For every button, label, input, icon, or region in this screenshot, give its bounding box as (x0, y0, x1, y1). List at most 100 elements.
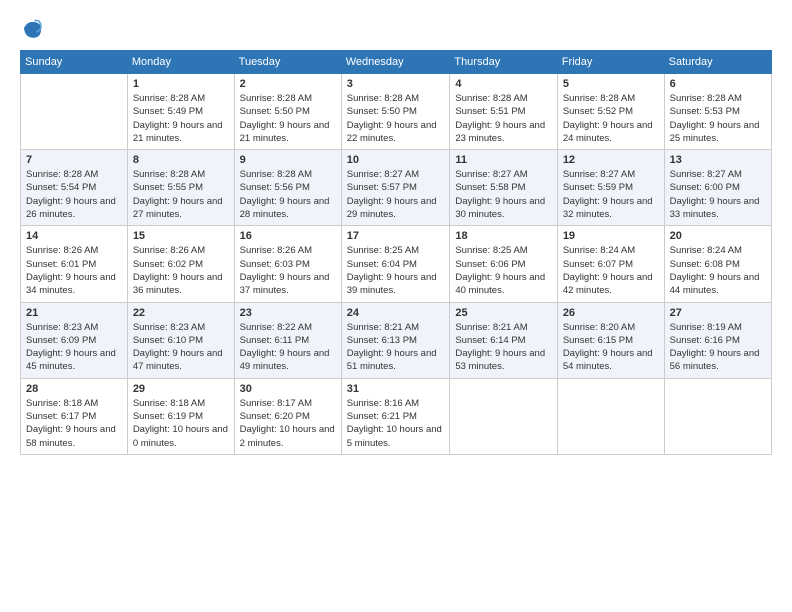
table-row: 16 Sunrise: 8:26 AMSunset: 6:03 PMDayligh… (234, 226, 341, 302)
table-row (557, 378, 664, 454)
table-row: 27 Sunrise: 8:19 AMSunset: 6:16 PMDayligh… (664, 302, 771, 378)
day-number: 22 (133, 307, 229, 319)
day-number: 13 (670, 154, 766, 166)
weekday-header-row: Sunday Monday Tuesday Wednesday Thursday… (21, 51, 772, 74)
logo (20, 16, 48, 40)
table-row: 18 Sunrise: 8:25 AMSunset: 6:06 PMDayligh… (450, 226, 557, 302)
cell-info: Sunrise: 8:28 AMSunset: 5:50 PMDaylight:… (347, 92, 445, 145)
calendar-week-row: 28 Sunrise: 8:18 AMSunset: 6:17 PMDayligh… (21, 378, 772, 454)
header-monday: Monday (127, 51, 234, 74)
day-number: 27 (670, 307, 766, 319)
day-number: 10 (347, 154, 445, 166)
day-number: 4 (455, 78, 551, 90)
table-row: 6Sunrise: 8:28 AMSunset: 5:53 PMDaylight… (664, 74, 771, 150)
table-row: 12 Sunrise: 8:27 AMSunset: 5:59 PMDayligh… (557, 150, 664, 226)
cell-info: Sunrise: 8:28 AMSunset: 5:50 PMDaylight:… (240, 92, 336, 145)
day-number: 16 (240, 230, 336, 242)
cell-info: Sunrise: 8:28 AMSunset: 5:56 PMDaylight:… (240, 168, 336, 221)
day-number: 31 (347, 383, 445, 395)
table-row: 8Sunrise: 8:28 AMSunset: 5:55 PMDaylight… (127, 150, 234, 226)
table-row: 1 Sunrise: 8:28 AMSunset: 5:49 PMDaylight… (127, 74, 234, 150)
day-number: 24 (347, 307, 445, 319)
table-row: 13Sunrise: 8:27 AMSunset: 6:00 PMDayligh… (664, 150, 771, 226)
cell-info: Sunrise: 8:27 AMSunset: 5:59 PMDaylight:… (563, 168, 659, 221)
day-number: 3 (347, 78, 445, 90)
day-number: 26 (563, 307, 659, 319)
day-number: 5 (563, 78, 659, 90)
day-number: 23 (240, 307, 336, 319)
cell-info: Sunrise: 8:28 AMSunset: 5:49 PMDaylight:… (133, 92, 229, 145)
cell-info: Sunrise: 8:28 AMSunset: 5:51 PMDaylight:… (455, 92, 551, 145)
day-number: 21 (26, 307, 122, 319)
cell-info: Sunrise: 8:19 AMSunset: 6:16 PMDaylight:… (670, 321, 766, 374)
table-row: 26 Sunrise: 8:20 AMSunset: 6:15 PMDayligh… (557, 302, 664, 378)
calendar-week-row: 7 Sunrise: 8:28 AMSunset: 5:54 PMDaylight… (21, 150, 772, 226)
calendar-week-row: 14 Sunrise: 8:26 AMSunset: 6:01 PMDayligh… (21, 226, 772, 302)
cell-info: Sunrise: 8:28 AMSunset: 5:55 PMDaylight:… (133, 168, 229, 221)
calendar-week-row: 21 Sunrise: 8:23 AMSunset: 6:09 PMDayligh… (21, 302, 772, 378)
cell-info: Sunrise: 8:26 AMSunset: 6:01 PMDaylight:… (26, 244, 122, 297)
table-row: 20 Sunrise: 8:24 AMSunset: 6:08 PMDayligh… (664, 226, 771, 302)
day-number: 20 (670, 230, 766, 242)
day-number: 1 (133, 78, 229, 90)
day-number: 29 (133, 383, 229, 395)
cell-info: Sunrise: 8:28 AMSunset: 5:54 PMDaylight:… (26, 168, 122, 221)
header-saturday: Saturday (664, 51, 771, 74)
cell-info: Sunrise: 8:27 AMSunset: 5:57 PMDaylight:… (347, 168, 445, 221)
cell-info: Sunrise: 8:25 AMSunset: 6:04 PMDaylight:… (347, 244, 445, 297)
day-number: 25 (455, 307, 551, 319)
day-number: 19 (563, 230, 659, 242)
cell-info: Sunrise: 8:26 AMSunset: 6:03 PMDaylight:… (240, 244, 336, 297)
logo-icon (20, 16, 44, 40)
cell-info: Sunrise: 8:18 AMSunset: 6:19 PMDaylight:… (133, 397, 229, 450)
header-wednesday: Wednesday (341, 51, 450, 74)
table-row: 19 Sunrise: 8:24 AMSunset: 6:07 PMDayligh… (557, 226, 664, 302)
cell-info: Sunrise: 8:28 AMSunset: 5:53 PMDaylight:… (670, 92, 766, 145)
page: Sunday Monday Tuesday Wednesday Thursday… (0, 0, 792, 612)
calendar-week-row: 1 Sunrise: 8:28 AMSunset: 5:49 PMDaylight… (21, 74, 772, 150)
day-number: 9 (240, 154, 336, 166)
calendar-table: Sunday Monday Tuesday Wednesday Thursday… (20, 50, 772, 455)
cell-info: Sunrise: 8:21 AMSunset: 6:14 PMDaylight:… (455, 321, 551, 374)
day-number: 15 (133, 230, 229, 242)
day-number: 2 (240, 78, 336, 90)
header (20, 16, 772, 40)
table-row: 30 Sunrise: 8:17 AMSunset: 6:20 PMDayligh… (234, 378, 341, 454)
table-row: 9 Sunrise: 8:28 AMSunset: 5:56 PMDaylight… (234, 150, 341, 226)
table-row: 31 Sunrise: 8:16 AMSunset: 6:21 PMDayligh… (341, 378, 450, 454)
day-number: 7 (26, 154, 122, 166)
cell-info: Sunrise: 8:25 AMSunset: 6:06 PMDaylight:… (455, 244, 551, 297)
cell-info: Sunrise: 8:20 AMSunset: 6:15 PMDaylight:… (563, 321, 659, 374)
cell-info: Sunrise: 8:24 AMSunset: 6:07 PMDaylight:… (563, 244, 659, 297)
table-row: 7 Sunrise: 8:28 AMSunset: 5:54 PMDaylight… (21, 150, 128, 226)
table-row: 21 Sunrise: 8:23 AMSunset: 6:09 PMDayligh… (21, 302, 128, 378)
cell-info: Sunrise: 8:18 AMSunset: 6:17 PMDaylight:… (26, 397, 122, 450)
table-row: 17Sunrise: 8:25 AMSunset: 6:04 PMDayligh… (341, 226, 450, 302)
header-friday: Friday (557, 51, 664, 74)
header-sunday: Sunday (21, 51, 128, 74)
header-tuesday: Tuesday (234, 51, 341, 74)
cell-info: Sunrise: 8:27 AMSunset: 5:58 PMDaylight:… (455, 168, 551, 221)
cell-info: Sunrise: 8:17 AMSunset: 6:20 PMDaylight:… (240, 397, 336, 450)
table-row (450, 378, 557, 454)
table-row (664, 378, 771, 454)
table-row (21, 74, 128, 150)
day-number: 18 (455, 230, 551, 242)
table-row: 25 Sunrise: 8:21 AMSunset: 6:14 PMDayligh… (450, 302, 557, 378)
cell-info: Sunrise: 8:23 AMSunset: 6:09 PMDaylight:… (26, 321, 122, 374)
cell-info: Sunrise: 8:24 AMSunset: 6:08 PMDaylight:… (670, 244, 766, 297)
day-number: 14 (26, 230, 122, 242)
table-row: 23 Sunrise: 8:22 AMSunset: 6:11 PMDayligh… (234, 302, 341, 378)
header-thursday: Thursday (450, 51, 557, 74)
cell-info: Sunrise: 8:23 AMSunset: 6:10 PMDaylight:… (133, 321, 229, 374)
table-row: 28 Sunrise: 8:18 AMSunset: 6:17 PMDayligh… (21, 378, 128, 454)
table-row: 4 Sunrise: 8:28 AMSunset: 5:51 PMDaylight… (450, 74, 557, 150)
day-number: 28 (26, 383, 122, 395)
day-number: 30 (240, 383, 336, 395)
day-number: 12 (563, 154, 659, 166)
cell-info: Sunrise: 8:16 AMSunset: 6:21 PMDaylight:… (347, 397, 445, 450)
cell-info: Sunrise: 8:22 AMSunset: 6:11 PMDaylight:… (240, 321, 336, 374)
day-number: 11 (455, 154, 551, 166)
cell-info: Sunrise: 8:26 AMSunset: 6:02 PMDaylight:… (133, 244, 229, 297)
table-row: 24Sunrise: 8:21 AMSunset: 6:13 PMDayligh… (341, 302, 450, 378)
